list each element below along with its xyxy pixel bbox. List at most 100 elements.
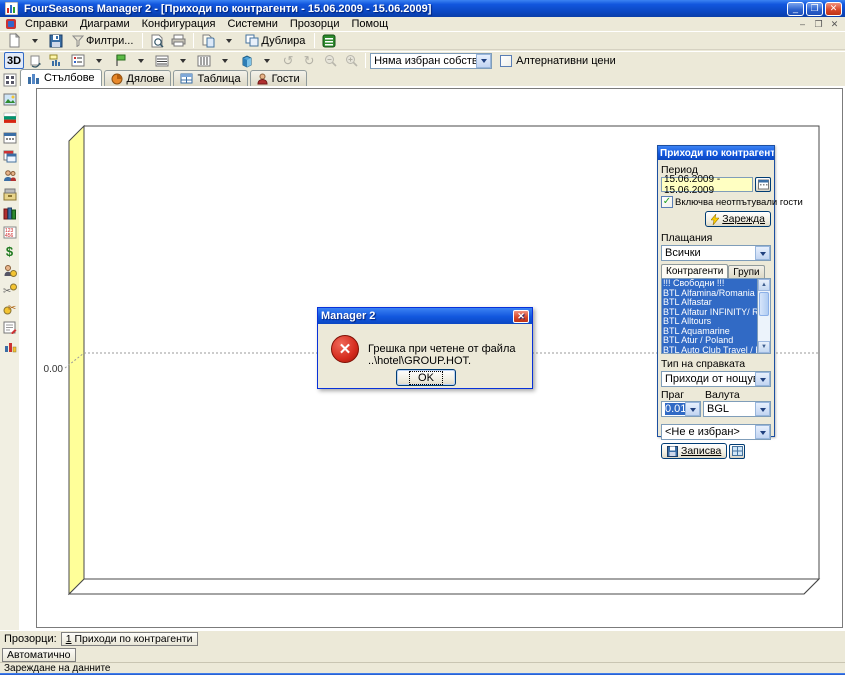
menu-system[interactable]: Системни (221, 17, 283, 31)
save-report-label: Записва (681, 445, 721, 457)
currency-select[interactable]: BGL (703, 401, 771, 417)
new-dropdown-button[interactable] (25, 32, 45, 49)
tab-contractors[interactable]: Контрагенти (661, 264, 728, 278)
tab-guests[interactable]: Гости (250, 70, 307, 86)
calendar-icon (3, 131, 17, 144)
chevron-down-icon[interactable] (755, 246, 770, 260)
calendar-button[interactable] (1, 129, 18, 145)
contractors-list[interactable]: !!! Свободни !!! BTL Alfamina/Romania BT… (661, 278, 771, 354)
new-document-button[interactable] (4, 32, 24, 49)
picture-button[interactable] (1, 91, 18, 107)
scroll-up-icon[interactable]: ▲ (758, 279, 770, 291)
period-field[interactable]: 15.06.2009 - 15.06.2009 (661, 177, 753, 192)
legend-dropdown-button[interactable] (89, 52, 109, 69)
manage-reports-button[interactable] (729, 444, 745, 459)
scroll-thumb[interactable] (759, 292, 769, 316)
vertical-grid-button[interactable] (194, 52, 214, 69)
filter-button[interactable]: Филтри... (67, 32, 138, 49)
threshold-select[interactable]: 0.01 (661, 401, 701, 417)
scroll-down-icon[interactable]: ▼ (758, 341, 770, 353)
print-button[interactable] (168, 32, 189, 49)
wall-style-dropdown-button[interactable] (257, 52, 277, 69)
minimize-button[interactable]: _ (787, 2, 804, 16)
save-button[interactable] (46, 32, 66, 49)
automatic-button[interactable]: Автоматично (2, 648, 76, 662)
panel-titlebar[interactable]: Приходи по контрагенти ✕ (658, 146, 774, 160)
ok-button[interactable]: OK (396, 369, 456, 386)
menu-help[interactable]: Помощ (345, 17, 394, 31)
window-tab-button[interactable]: 1 Приходи по контрагенти (61, 632, 198, 646)
dialog-titlebar[interactable]: Manager 2 ✕ (318, 308, 532, 324)
legend-button[interactable] (68, 52, 88, 69)
menu-configuration[interactable]: Конфигурация (136, 17, 222, 31)
report-type-label: Тип на справката (661, 358, 771, 370)
zoom-out-button[interactable] (320, 52, 340, 69)
save-report-button[interactable]: Записва (661, 443, 727, 459)
include-guests-checkbox[interactable]: ✓ (661, 196, 673, 208)
payments-button[interactable]: $ (1, 243, 18, 259)
rates-button[interactable]: ✂ (1, 300, 18, 316)
chevron-down-icon[interactable] (476, 54, 491, 68)
statistics-button[interactable] (1, 338, 18, 354)
chevron-down-icon[interactable] (685, 402, 700, 416)
accounts-button[interactable]: 123456 (1, 224, 18, 240)
chevron-down-icon[interactable] (755, 402, 770, 416)
load-button[interactable]: Зарежда (705, 211, 771, 227)
series-marks-dropdown-button[interactable] (131, 52, 151, 69)
vertical-grid-dropdown-button[interactable] (215, 52, 235, 69)
duplicate-button[interactable]: Дублира (240, 32, 310, 49)
discounts-button[interactable]: ✂ (1, 281, 18, 297)
payments-select[interactable]: Всички (661, 245, 771, 261)
close-button[interactable]: ✕ (825, 2, 842, 16)
rotate-right-button[interactable]: ↻ (299, 52, 319, 69)
list-scrollbar[interactable]: ▲ ▼ (757, 279, 770, 353)
horizontal-grid-button[interactable] (152, 52, 172, 69)
print-preview-button[interactable] (147, 32, 167, 49)
tab-pie[interactable]: Дялове (104, 70, 172, 86)
calculator-button[interactable] (1, 72, 18, 88)
tab-groups[interactable]: Групи (728, 265, 764, 278)
mdi-restore-button[interactable]: ❐ (812, 19, 825, 30)
report-type-select[interactable]: Приходи от нощувки (661, 371, 771, 387)
rotate-left-button[interactable]: ↺ (278, 52, 298, 69)
chevron-down-icon[interactable] (755, 372, 770, 386)
alt-prices-checkbox[interactable] (500, 55, 512, 67)
list-item[interactable]: BTL Auto Club Travel / Hunga (662, 346, 757, 354)
archive-button[interactable] (1, 205, 18, 221)
rotate-chart-button[interactable] (25, 52, 45, 69)
calendar-picker-button[interactable] (755, 177, 771, 192)
toggle-3d-button[interactable]: 3D (4, 52, 24, 69)
cashdesk-button[interactable] (1, 186, 18, 202)
restore-button[interactable]: ❐ (806, 2, 823, 16)
debtors-button[interactable] (1, 262, 18, 278)
rotate-right-icon: ↻ (304, 53, 315, 69)
dialog-close-button[interactable]: ✕ (513, 310, 529, 323)
menu-charts[interactable]: Диаграми (74, 17, 136, 31)
horizontal-grid-dropdown-button[interactable] (173, 52, 193, 69)
owners-select[interactable]: Няма избран собственици (370, 53, 492, 69)
tab-bars[interactable]: Стълбове (20, 69, 102, 86)
mdi-minimize-button[interactable]: – (796, 19, 809, 29)
registration-button[interactable] (1, 319, 18, 335)
nationality-button[interactable] (1, 110, 18, 126)
planning-button[interactable] (1, 148, 18, 164)
window-controls: _ ❐ ✕ (787, 2, 842, 16)
app-window: { "window": { "title": "FourSeasons Mana… (0, 0, 845, 675)
zoom-in-button[interactable] (341, 52, 361, 69)
export-button[interactable] (319, 32, 339, 49)
saved-report-select[interactable]: <Не е избран> (661, 424, 771, 440)
wall-style-button[interactable] (236, 52, 256, 69)
series-marks-button[interactable] (110, 52, 130, 69)
guests-button[interactable] (1, 167, 18, 183)
marks-button[interactable] (46, 52, 67, 69)
copy-style-button[interactable] (198, 32, 218, 49)
flag-icon (114, 54, 127, 67)
payments-label: Плащания (661, 232, 771, 244)
menu-reports[interactable]: Справки (19, 17, 74, 31)
mdi-close-button[interactable]: ✕ (828, 19, 841, 30)
copy-dropdown-button[interactable] (219, 32, 239, 49)
menu-windows[interactable]: Прозорци (284, 17, 346, 31)
alt-prices-label: Алтернативни цени (516, 55, 616, 67)
tab-table[interactable]: Таблица (173, 70, 247, 86)
chevron-down-icon[interactable] (755, 425, 770, 439)
